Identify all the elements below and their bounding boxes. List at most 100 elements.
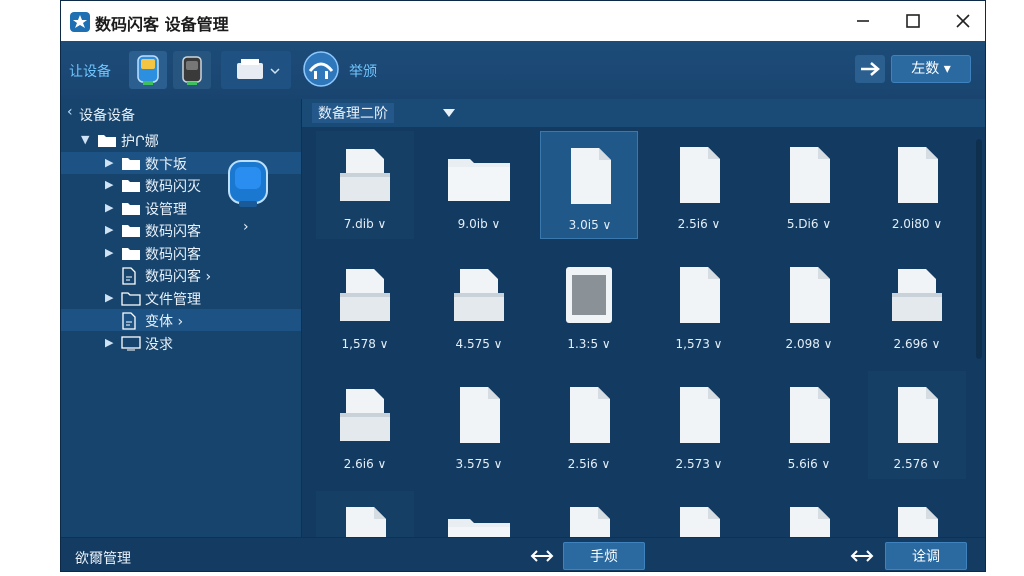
file-item[interactable] [650,491,748,537]
document-icon [330,505,400,537]
path-label[interactable]: 数备理二阶 [312,103,394,123]
app-logo-icon [70,12,90,32]
file-label: 2.5i6 ∨ [567,457,611,471]
file-item[interactable]: 2.098 ∨ [760,251,858,359]
sidebar-item[interactable]: ▶ 没求 [61,332,301,354]
chevron-right-icon[interactable]: ▶ [105,336,113,349]
file-item[interactable] [868,491,966,537]
double-arrow-icon [530,550,554,562]
file-label: 2.5i6 ∨ [677,217,721,231]
sidebar-item[interactable]: 数码闪客 › [61,264,301,286]
chevron-down-icon[interactable]: ▼ [81,133,89,146]
document-icon [554,385,624,449]
file-item[interactable]: 2.576 ∨ [868,371,966,479]
usb-drive-button[interactable] [129,51,167,89]
sidebar-item[interactable]: ▶ 数码闪客 [61,219,301,241]
document-icon [882,505,952,537]
file-item[interactable]: 4.575 ∨ [430,251,528,359]
sidebar-tree: ‹ 设备设备 ▼ 护Ր娜 ▶ 数卞坂 ▶ 数码闪灭 ▶ 设管理 ▶ 数码闪客 ▶ 数码闪客 数码闪客 ›… [61,99,302,537]
folder-icon [121,222,141,242]
chevron-right-icon[interactable]: ▶ [105,223,113,236]
dropdown-triangle-icon[interactable] [442,107,456,119]
file-item[interactable] [316,491,414,537]
toolbar-action-label: 举颁 [349,64,377,80]
file-label: 2.576 ∨ [893,457,941,471]
sidebar-item[interactable]: 变体 › [61,309,301,331]
disk-drive-icon [182,56,202,85]
file-label: 1,578 ∨ [341,337,389,351]
document-icon [664,145,734,209]
file-label: 3.575 ∨ [455,457,503,471]
file-item[interactable]: 3.575 ∨ [430,371,528,479]
document-icon [444,265,514,329]
vertical-scrollbar[interactable] [975,129,983,529]
chevron-right-icon[interactable]: ▶ [105,201,113,214]
file-label: 7.dib ∨ [343,217,387,231]
swap-left-button[interactable] [527,544,557,568]
file-item[interactable] [540,491,638,537]
file-label: 5.6i6 ∨ [787,457,831,471]
swap-right-button[interactable] [847,544,877,568]
file-item[interactable]: 2.573 ∨ [650,371,748,479]
printer-dropdown-button[interactable] [221,51,291,89]
document-icon [554,505,624,537]
status-left-button[interactable]: 手烦 [563,542,645,570]
file-item[interactable]: 1.3:5 ∨ [540,251,638,359]
file-label: 2.6i6 ∨ [343,457,387,471]
file-item[interactable]: 9.0ib ∨ [430,131,528,239]
file-item[interactable]: 1,578 ∨ [316,251,414,359]
sidebar-item[interactable]: ▼ 护Ր娜 [61,129,301,151]
app-window: 数码闪客 设备管理 让设备 举颁 左数 ▾ ‹ 设备设备 ▼ 护Ր娜 ▶ 数卞坂… [60,0,986,572]
document-icon [882,385,952,449]
maximize-button[interactable] [901,9,925,33]
file-item[interactable]: 2.6i6 ∨ [316,371,414,479]
file-item[interactable]: 5.Di6 ∨ [760,131,858,239]
file-item[interactable]: 3.0i5 ∨ [540,131,638,239]
file-item[interactable]: 2.696 ∨ [868,251,966,359]
sidebar-header[interactable]: ‹ 设备设备 [61,101,301,127]
file-item[interactable]: 2.5i6 ∨ [540,371,638,479]
chevron-right-icon[interactable]: ▶ [105,178,113,191]
file-item[interactable]: 1,573 ∨ [650,251,748,359]
document-icon [882,145,952,209]
document-icon [330,145,400,209]
file-item[interactable] [430,491,528,537]
document-icon [664,265,734,329]
scrollbar-thumb[interactable] [976,139,982,359]
disk-drive-button[interactable] [173,51,211,89]
folder-icon [121,155,141,175]
usb-drive-icon [228,160,268,207]
chevron-right-icon[interactable]: ▶ [105,291,113,304]
sidebar-item-label: 数码闪客 [145,246,201,263]
document-icon [882,265,952,329]
usb-drive-icon [137,55,159,85]
folder-icon [121,177,141,197]
close-button[interactable] [951,9,975,33]
chevron-right-icon[interactable]: ▶ [105,156,113,169]
sidebar-item-label: 数码闪灭 [145,179,201,195]
file-label: 2.098 ∨ [785,337,833,351]
file-item[interactable]: 2.0i80 ∨ [868,131,966,239]
file-item[interactable]: 2.5i6 ∨ [650,131,748,239]
sidebar-item-label: 变体 › [145,314,184,330]
status-bar: 欲爾管理 手烦 诠调 [61,537,985,571]
file-label: 2.696 ∨ [893,337,941,351]
close-icon [956,14,970,28]
chevron-right-icon[interactable]: ▶ [105,246,113,259]
sidebar-item[interactable]: ▶ 文件管理 [61,287,301,309]
sidebar-item-label: 数码闪客 [145,224,201,240]
document-icon [555,146,625,210]
status-right-button[interactable]: 诠调 [885,542,967,570]
forward-arrow-button[interactable] [855,55,885,83]
folder-outline-icon [121,290,141,310]
file-label: 9.0ib ∨ [457,217,501,231]
file-item[interactable]: 7.dib ∨ [316,131,414,239]
file-label: 2.0i80 ∨ [891,217,943,231]
sidebar-item[interactable]: ▶ 数码闪客 [61,242,301,264]
sync-device-button[interactable] [301,49,341,89]
file-item[interactable] [760,491,858,537]
right-dropdown-button[interactable]: 左数 ▾ [891,55,971,83]
file-item[interactable]: 5.6i6 ∨ [760,371,858,479]
sidebar-header-label: 设备设备 [79,108,135,124]
minimize-button[interactable] [851,9,875,33]
